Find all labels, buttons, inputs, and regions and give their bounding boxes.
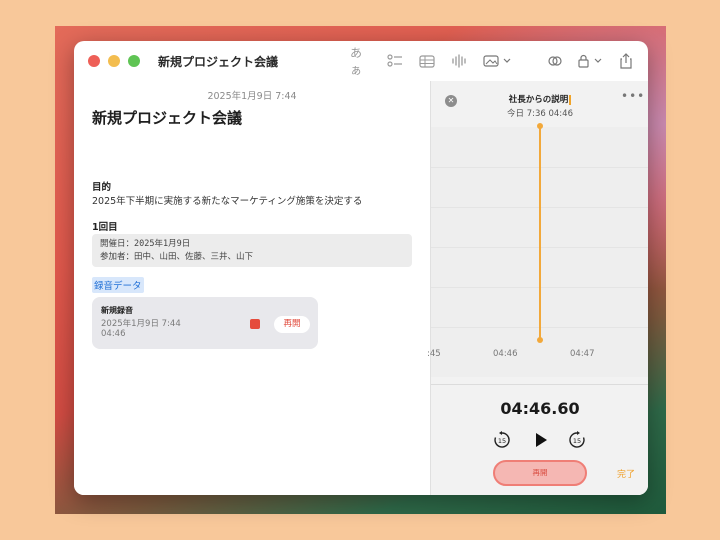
media-insert-icon[interactable] bbox=[482, 53, 514, 69]
zoom-window-button[interactable] bbox=[128, 55, 140, 67]
playback-controls: 04:46.60 15 15 再開 完了 bbox=[431, 384, 648, 495]
share-icon[interactable] bbox=[618, 53, 634, 69]
skip-back-label: 15 bbox=[498, 437, 506, 445]
title-bar: 新規プロジェクト会議 あぁ bbox=[74, 41, 648, 81]
skip-back-15-icon[interactable]: 15 bbox=[493, 431, 511, 449]
more-options-icon[interactable]: ••• bbox=[621, 89, 645, 103]
resume-recording-button[interactable]: 再開 bbox=[493, 460, 587, 486]
close-window-button[interactable] bbox=[88, 55, 100, 67]
recording-section-label: 録音データ bbox=[92, 277, 144, 293]
note-title[interactable]: 新規プロジェクト会議 bbox=[92, 107, 242, 128]
recording-name: 新規録音 bbox=[101, 306, 133, 315]
timeline-tick: 04:47 bbox=[570, 349, 595, 359]
checklist-icon[interactable] bbox=[386, 53, 404, 69]
minimize-window-button[interactable] bbox=[108, 55, 120, 67]
playhead-bottom-handle[interactable] bbox=[537, 337, 543, 343]
skip-forward-label: 15 bbox=[573, 437, 581, 445]
collaborate-icon[interactable] bbox=[546, 53, 564, 69]
table-icon[interactable] bbox=[418, 53, 436, 69]
resume-button[interactable]: 再開 bbox=[274, 316, 310, 333]
note-editor[interactable]: 2025年1月9日 7:44 新規プロジェクト会議 目的 2025年下半期に実施… bbox=[74, 81, 430, 495]
audio-recording-card[interactable]: 新規録音 2025年1月9日 7:44 04:46 再開 bbox=[92, 297, 318, 349]
recorder-subtitle: 今日 7:36 04:46 bbox=[507, 109, 573, 119]
timeline-tick: :45 bbox=[427, 349, 441, 359]
round-heading: 1回目 bbox=[92, 222, 118, 233]
timeline-tick: 04:46 bbox=[493, 349, 518, 359]
notes-window: 新規プロジェクト会議 あぁ 2025年1月9日 7:44 新規プロジェクト会議 … bbox=[74, 41, 648, 495]
skip-forward-15-icon[interactable]: 15 bbox=[568, 431, 586, 449]
format-text-button[interactable]: あぁ bbox=[350, 46, 372, 77]
audio-waveform-icon[interactable] bbox=[450, 53, 468, 69]
participants-line: 参加者：田中、山田、佐藤、三井、山下 bbox=[100, 251, 254, 262]
window-title: 新規プロジェクト会議 bbox=[158, 54, 279, 69]
recording-duration: 04:46 bbox=[101, 329, 126, 339]
play-icon[interactable] bbox=[532, 431, 550, 449]
meeting-date-line: 開催日：2025年1月9日 bbox=[100, 239, 191, 249]
window-controls bbox=[88, 55, 140, 67]
done-button[interactable]: 完了 bbox=[617, 467, 635, 480]
note-date: 2025年1月9日 7:44 bbox=[207, 91, 297, 102]
recording-date: 2025年1月9日 7:44 bbox=[101, 319, 181, 329]
lock-icon[interactable] bbox=[576, 53, 606, 69]
purpose-text: 2025年下半期に実施する新たなマーケティング施策を決定する bbox=[92, 196, 363, 207]
stop-button[interactable] bbox=[250, 319, 260, 329]
recorder-title-wrap[interactable]: 社長からの説明 bbox=[431, 93, 648, 105]
playhead[interactable] bbox=[539, 125, 541, 341]
recorder-title[interactable]: 社長からの説明 bbox=[509, 95, 569, 105]
meeting-info-block: 開催日：2025年1月9日 参加者：田中、山田、佐藤、三井、山下 bbox=[92, 234, 412, 267]
text-cursor bbox=[569, 94, 572, 105]
recorder-panel: ✕ 社長からの説明 今日 7:36 04:46 ••• :45 04:46 04… bbox=[427, 81, 648, 495]
timecode-display: 04:46.60 bbox=[500, 399, 580, 418]
purpose-heading: 目的 bbox=[92, 182, 112, 193]
